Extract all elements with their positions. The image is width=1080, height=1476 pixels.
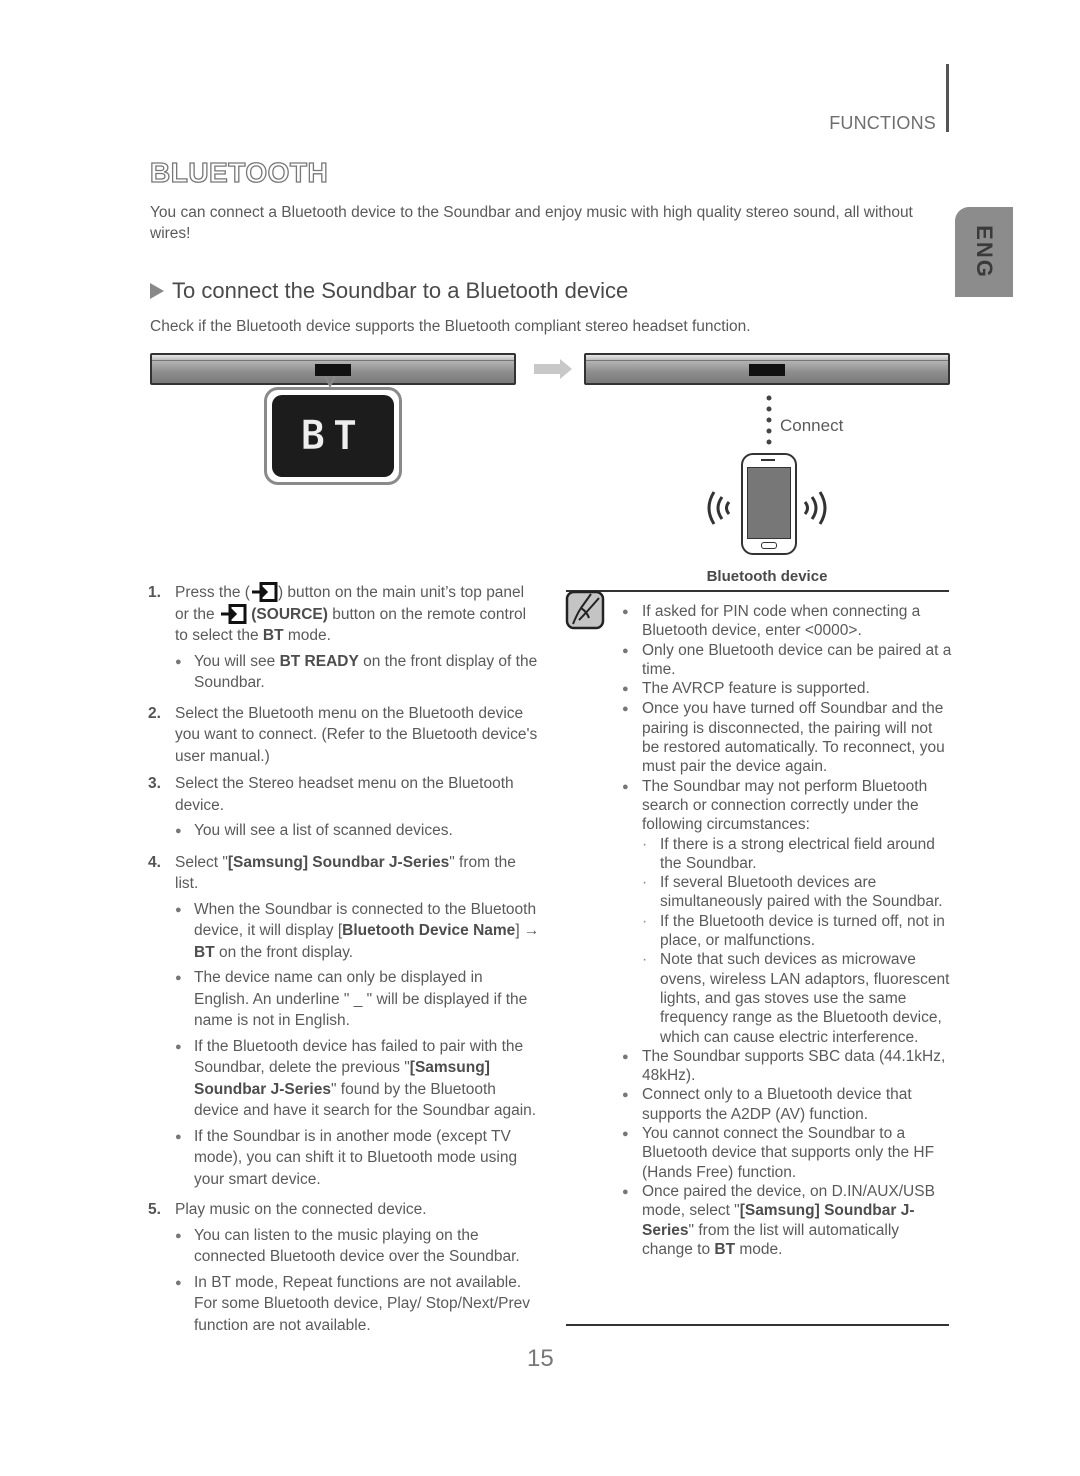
intro-paragraph: You can connect a Bluetooth device to th… — [150, 204, 913, 242]
bullet-icon: ● — [622, 683, 629, 696]
arrow-right-icon — [534, 359, 572, 379]
note-item: ● If asked for PIN code when connecting a… — [622, 603, 921, 640]
note-subitem: · If there is a strong electrical field a… — [642, 835, 935, 872]
note-item: ● The Soundbar supports SBC data (44.1kHz… — [622, 1047, 946, 1085]
soundbar-display — [749, 364, 785, 376]
note-item: ● Once paired the device, on D.IN/AUX/US… — [622, 1182, 935, 1258]
source-button-icon — [220, 603, 247, 624]
soundbar-illustration-right — [584, 353, 950, 385]
note-top-rule — [566, 590, 949, 592]
step: 1. Press the () button on the main unit’… — [148, 582, 540, 697]
note-pencil-icon — [565, 590, 605, 630]
step-bullet: ● The device name can only be displayed … — [175, 967, 540, 1032]
step-bullet: ● You will see a list of scanned devices… — [175, 820, 540, 843]
bullet-icon: ● — [175, 972, 182, 984]
step-bullet: ● In BT mode, Repeat functions are not a… — [175, 1272, 540, 1337]
connection-dots-icon — [766, 395, 772, 445]
language-tab-label: ENG — [972, 225, 997, 279]
note-item: ● The AVRCP feature is supported. — [622, 679, 952, 699]
bullet-icon: ● — [175, 1040, 182, 1053]
note-bottom-rule — [566, 1324, 949, 1326]
note-item: ● Only one Bluetooth device can be paired… — [622, 641, 952, 678]
bullet-icon: ● — [622, 606, 629, 618]
bullet-icon: ● — [175, 1229, 182, 1242]
display-callout-text: BT — [300, 413, 366, 460]
bullet-icon: ● — [622, 1128, 629, 1141]
smartphone-illustration — [741, 453, 797, 555]
step-bullet: ● You will see BT READY on the front dis… — [175, 651, 540, 694]
language-tab: ENG — [955, 207, 1013, 297]
step-bullet: ● If the Bluetooth device has failed to … — [175, 1036, 540, 1122]
source-button-icon — [251, 582, 278, 602]
subheading: To connect the Soundbar to a Bluetooth d… — [150, 278, 628, 304]
header-rule — [946, 64, 949, 132]
page-number: 15 — [527, 1345, 554, 1372]
page-title: BLUETOOTH — [149, 156, 329, 188]
phone-screen — [747, 467, 791, 539]
soundbar-display — [315, 364, 351, 376]
note-subitem: · If the Bluetooth device is turned off, … — [642, 912, 945, 950]
note-item: ● Connect only to a Bluetooth device that… — [622, 1086, 912, 1123]
phone-home-button — [761, 542, 777, 549]
note-subitem: · If several Bluetooth devices are simult… — [642, 874, 943, 911]
check-note: Check if the Bluetooth device supports t… — [150, 318, 751, 335]
bullet-icon: ● — [622, 644, 629, 657]
step-bullet: ● You can listen to the music playing on… — [175, 1225, 540, 1268]
step-bullet: ● When the Soundbar is connected to the … — [175, 899, 540, 964]
bluetooth-device-label: Bluetooth device — [706, 568, 828, 585]
step-bullet: ● If the Soundbar is in another mode (ex… — [175, 1126, 540, 1191]
bullet-icon: ● — [175, 903, 182, 916]
note-item: ● The Soundbar may not perform Bluetooth… — [622, 777, 952, 1047]
display-callout: BT — [264, 387, 402, 485]
step: 5. Play music on the connected device. ●… — [148, 1199, 540, 1339]
step: 2. Select the Bluetooth menu on the Blue… — [148, 704, 538, 765]
steps-list: 1. Press the () button on the main unit’… — [148, 582, 540, 1345]
notes-list: ● If asked for PIN code when connecting a… — [622, 602, 952, 1259]
wireless-waves-right-icon — [803, 491, 827, 525]
bullet-icon: ● — [175, 825, 182, 837]
note-item: ● Once you have turned off Soundbar and t… — [622, 700, 945, 776]
subheading-text: To connect the Soundbar to a Bluetooth d… — [172, 278, 629, 303]
bullet-icon: ● — [622, 1089, 629, 1102]
section-label: FUNCTIONS — [829, 113, 936, 133]
bullet-icon: ● — [622, 1050, 629, 1063]
step: 4. Select "[Samsung] Soundbar J-Series" … — [148, 852, 540, 1194]
bullet-icon: ● — [175, 655, 182, 668]
triangle-bullet-icon — [150, 283, 164, 299]
bullet-icon: ● — [175, 1130, 182, 1143]
bullet-icon: ● — [175, 1276, 182, 1289]
bullet-icon: ● — [622, 780, 629, 793]
connect-label: Connect — [780, 416, 844, 435]
bullet-icon: ● — [622, 1185, 629, 1198]
step: 3. Select the Stereo headset menu on the… — [148, 773, 540, 846]
note-subitem: · Note that such devices as microwave ove… — [642, 951, 950, 1046]
note-item: ● You cannot connect the Soundbar to a Bl… — [622, 1125, 935, 1181]
bullet-icon: ● — [622, 703, 629, 716]
wireless-waves-left-icon — [707, 491, 731, 525]
